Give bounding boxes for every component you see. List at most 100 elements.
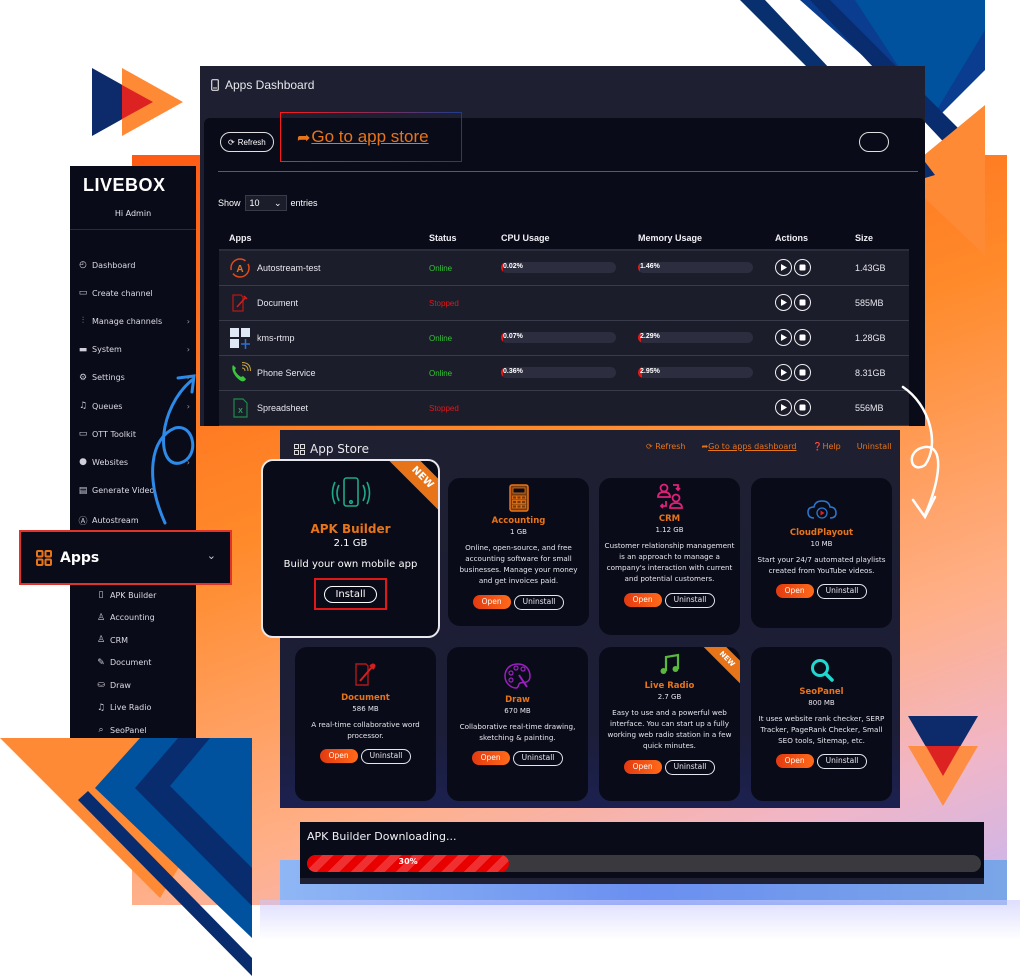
uninstall-button[interactable]: Uninstall: [816, 754, 868, 770]
uninstall-button[interactable]: Uninstall: [360, 749, 412, 765]
open-button[interactable]: Open: [775, 754, 814, 769]
mem-usage-bar: 2.95%: [638, 367, 753, 378]
question-icon: ❓: [812, 442, 823, 451]
sidebar-item-apps[interactable]: Apps ⌄: [19, 530, 232, 585]
app-description: It uses website rank checker, SERP Track…: [758, 714, 885, 746]
play-button[interactable]: [775, 259, 792, 277]
sidebar-subitem-apk-builder[interactable]: ▯ APK Builder: [96, 590, 157, 600]
chevron-right-icon: ›: [186, 401, 190, 411]
app-name[interactable]: Autostream-test: [257, 263, 321, 273]
app-name: CRM: [658, 514, 681, 524]
stop-button[interactable]: [794, 399, 811, 416]
column-header-apps[interactable]: Apps: [219, 226, 419, 251]
column-header-status[interactable]: Status: [419, 226, 491, 251]
greeting: Hi Admin: [114, 209, 152, 218]
open-button[interactable]: Open: [319, 749, 358, 764]
size-cell: 585MB: [845, 285, 909, 321]
palette-icon: [447, 661, 588, 695]
sidebar-item-label: Queues: [92, 401, 123, 411]
open-button[interactable]: Open: [775, 584, 814, 599]
column-header-memory[interactable]: Memory Usage: [628, 226, 765, 251]
app-name[interactable]: Phone Service: [257, 368, 316, 378]
memory-cell: 2.29%: [628, 320, 765, 356]
sidebar-subitem-draw[interactable]: ⛀ Draw: [96, 680, 131, 690]
uninstall-button[interactable]: Uninstall: [664, 759, 716, 775]
app-name: CloudPlayout: [789, 528, 854, 538]
sidebar-item-ott-toolkit[interactable]: ▭ OTT Toolkit: [78, 429, 190, 439]
show-entries: Show 10 ⌄ entries: [218, 195, 318, 211]
sidebar-item-manage-channels[interactable]: ⫶ Manage channels ›: [78, 316, 190, 326]
uninstall-button[interactable]: Uninstall: [816, 584, 868, 600]
chevron-right-icon: ›: [186, 373, 190, 383]
sidebar-item-system[interactable]: ▬ System ›: [78, 345, 190, 355]
sidebar-item-generate-video[interactable]: ▤ Generate Video: [78, 486, 190, 496]
user-icon: ♙: [96, 635, 106, 645]
status-badge: Stopped: [429, 403, 459, 413]
play-button[interactable]: [775, 399, 792, 416]
phone-icon: ▯: [98, 590, 104, 600]
entries-select[interactable]: 10 ⌄: [244, 195, 287, 211]
stop-button[interactable]: [794, 329, 811, 346]
uninstall-button[interactable]: Uninstall: [513, 594, 565, 610]
app-card-live-radio: NEW Live Radio 2.7 GB Easy to use and a …: [599, 647, 740, 801]
table-row: kms-rtmp Online 0.07% 2.29% 1.28GB: [219, 320, 909, 356]
app-description: Start your 24/7 automated playlists crea…: [757, 555, 886, 576]
table-row: A Autostream-test Online 0.02% 1.46% 1.43…: [219, 250, 909, 286]
open-button[interactable]: Open: [471, 751, 510, 766]
sidebar-subitem-crm[interactable]: ♙ CRM: [96, 635, 128, 645]
uninstall-link[interactable]: Uninstall: [857, 442, 892, 451]
cpu-cell: 0.36%: [491, 355, 628, 391]
sidebar-item-create-channel[interactable]: ▭ Create channel: [78, 288, 190, 298]
sidebar-subitem-label: CRM: [110, 635, 129, 645]
sidebar-subitem-live-radio[interactable]: ♫ Live Radio: [96, 703, 151, 713]
dashboard-header: Apps Dashboard: [211, 78, 314, 92]
sidebar-item-label: Generate Video: [92, 486, 155, 496]
open-button[interactable]: Open: [623, 759, 662, 774]
app-store-links: ⟳ Refresh ➦Go to apps dashboard ❓Help Un…: [646, 442, 892, 451]
cpu-cell: 0.02%: [491, 250, 628, 286]
open-button[interactable]: Open: [623, 592, 662, 607]
play-button[interactable]: [775, 364, 792, 381]
column-header-actions[interactable]: Actions: [765, 226, 845, 251]
stop-button[interactable]: [794, 364, 811, 381]
search-icon: ⌕: [98, 725, 104, 735]
sidebar-item-queues[interactable]: ♫ Queues ›: [78, 401, 190, 411]
go-to-app-store-link[interactable]: Go to app store: [311, 127, 428, 147]
mobile-icon: [211, 79, 219, 91]
sidebar-subitem-seopanel[interactable]: ⌕ SeoPanel: [96, 725, 146, 735]
help-link[interactable]: ❓Help: [812, 442, 840, 451]
stop-button[interactable]: [794, 294, 811, 311]
app-size: 2.1 GB: [333, 538, 368, 549]
refresh-button[interactable]: ⟳ Refresh: [220, 132, 274, 152]
app-description: Customer relationship management is an a…: [604, 541, 735, 584]
app-name[interactable]: Document: [257, 298, 298, 308]
app-name[interactable]: kms-rtmp: [257, 333, 295, 343]
refresh-icon: ⟳: [646, 442, 656, 451]
memory-cell: 2.95%: [628, 355, 765, 391]
stop-button[interactable]: [794, 259, 811, 277]
column-header-size[interactable]: Size: [845, 226, 909, 251]
uninstall-button[interactable]: Uninstall: [664, 592, 716, 608]
sidebar-subitem-document[interactable]: ✎ Document: [96, 658, 151, 668]
app-name: Live Radio: [644, 681, 695, 691]
app-description: Build your own mobile app: [283, 559, 418, 570]
go-to-apps-dashboard-link[interactable]: ➦Go to apps dashboard: [701, 442, 796, 451]
uninstall-button[interactable]: Uninstall: [512, 751, 564, 767]
install-button[interactable]: Install: [324, 585, 377, 603]
sidebar-subitem-accounting[interactable]: ♙ Accounting: [96, 613, 155, 623]
play-button[interactable]: [775, 294, 792, 311]
app-name[interactable]: Spreadsheet: [257, 403, 308, 413]
sidebar-item-websites[interactable]: ● Websites ›: [78, 457, 190, 467]
open-button[interactable]: Open: [472, 594, 511, 609]
store-refresh-link[interactable]: ⟳ Refresh: [646, 442, 685, 451]
monitor-icon: ▭: [78, 288, 88, 299]
app-card-crm: CRM 1.12 GB Customer relationship manage…: [599, 478, 740, 635]
mobile-signal-icon: [331, 477, 370, 507]
sidebar-item-dashboard[interactable]: ◴ Dashboard: [78, 260, 190, 270]
toolbar-right-button[interactable]: [859, 132, 889, 152]
sidebar-item-autostream[interactable]: Ⓐ Autostream: [78, 514, 190, 527]
sidebar-item-settings[interactable]: ⚙ Settings ›: [78, 373, 190, 383]
play-button[interactable]: [775, 329, 792, 346]
document-icon: [295, 661, 436, 693]
column-header-cpu[interactable]: CPU Usage: [491, 226, 628, 251]
